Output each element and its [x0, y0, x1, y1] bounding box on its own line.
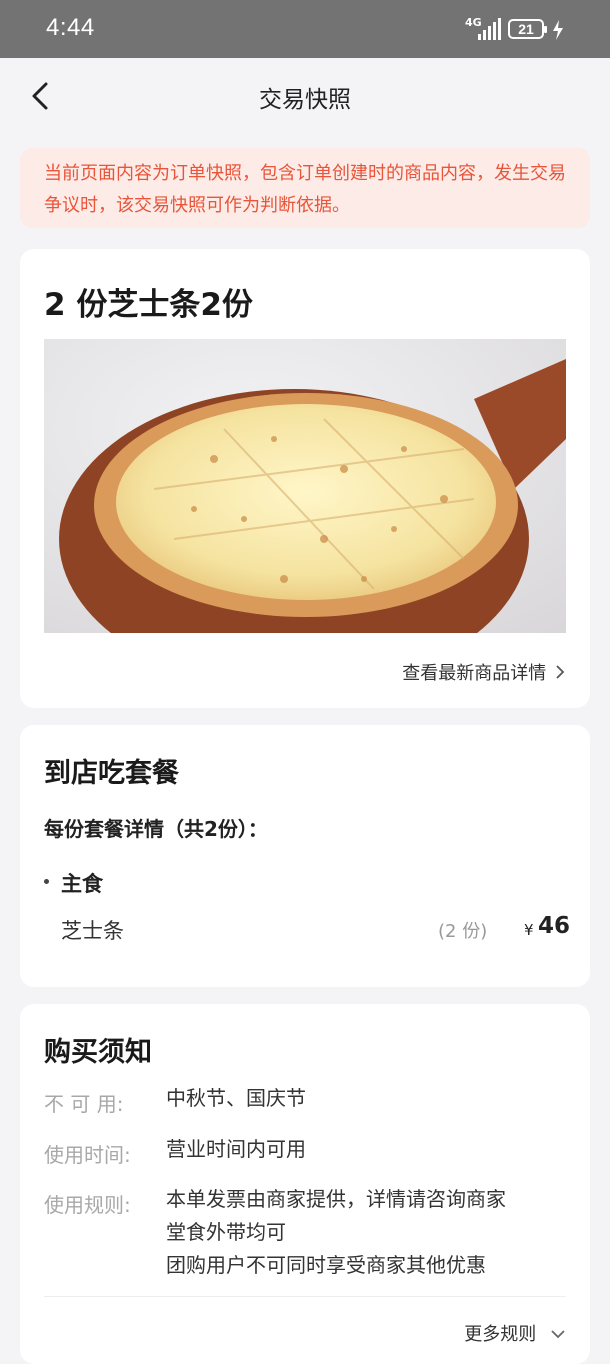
package-card: 到店吃套餐 每份套餐详情（共2份）： 主食 芝士条 (2 份) ¥ 46 [20, 725, 590, 987]
more-rules-label: 更多规则 [464, 1324, 537, 1345]
notes-row-value: 团购用户不可同时享受商家其他优惠 [166, 1253, 486, 1277]
status-time: 4:44 [46, 14, 95, 41]
product-card: 2 份芝士条2份 查看最新商品详情 [20, 249, 590, 708]
bullet-dot [44, 879, 49, 884]
package-title: 到店吃套餐 [44, 758, 179, 789]
package-item-qty: (2 份) [438, 921, 488, 942]
package-category: 主食 [61, 872, 103, 896]
page-title: 交易快照 [259, 87, 351, 113]
purchase-notes-card: 购买须知 不 可 用: 中秋节、国庆节 使用时间: 营业时间内可用 使用规则: … [20, 1004, 590, 1364]
notes-row-label: 使用时间: [44, 1143, 131, 1167]
battery-icon: 21 [508, 19, 547, 39]
notes-row-label: 使用规则: [44, 1193, 131, 1217]
divider [44, 1296, 566, 1297]
status-bar: 4:44 4G 21 [0, 0, 610, 58]
notes-row-label: 不 可 用: [44, 1092, 124, 1116]
detail-link-label: 查看最新商品详情 [402, 663, 547, 684]
notes-row-value: 本单发票由商家提供，详情请咨询商家 [166, 1187, 506, 1211]
more-rules-button[interactable]: 更多规则 [464, 1320, 566, 1346]
signal-icon [478, 18, 502, 40]
chevron-down-icon [551, 1330, 565, 1339]
currency-symbol: ¥ [524, 921, 534, 939]
chevron-right-icon [556, 665, 565, 679]
notes-title: 购买须知 [44, 1037, 152, 1068]
notes-row-value: 中秋节、国庆节 [166, 1086, 306, 1110]
notes-row-value: 堂食外带均可 [166, 1220, 286, 1244]
product-title: 2 份芝士条2份 [44, 287, 253, 323]
package-subtitle: 每份套餐详情（共2份）： [44, 817, 268, 841]
charging-icon [553, 20, 563, 40]
notes-row-value: 营业时间内可用 [166, 1137, 306, 1161]
view-latest-detail-link[interactable]: 查看最新商品详情 [402, 659, 566, 685]
package-item-name: 芝士条 [61, 919, 124, 943]
cheese-pizza-image [44, 339, 566, 633]
snapshot-notice: 当前页面内容为订单快照，包含订单创建时的商品内容，发生交易争议时，该交易快照可作… [20, 148, 590, 228]
nav-bar: 交易快照 [0, 58, 610, 134]
battery-level: 21 [518, 21, 534, 37]
package-item-price: 46 [538, 913, 571, 939]
